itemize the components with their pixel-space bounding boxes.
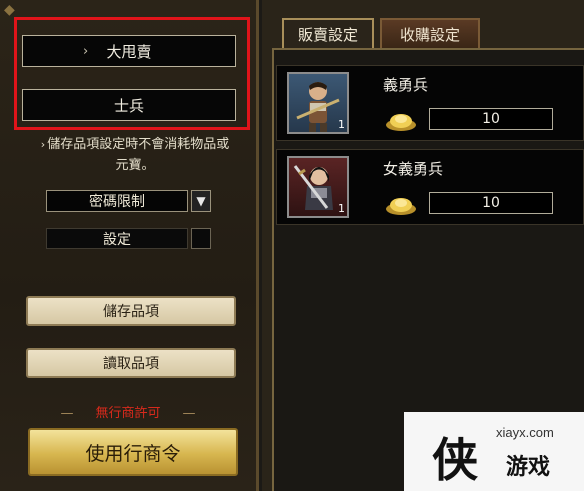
unit-name: 女義勇兵 — [383, 160, 444, 178]
load-items-label: 讀取品項 — [103, 356, 159, 372]
use-merchant-token-label: 使用行商令 — [85, 442, 181, 465]
divider: — — [60, 406, 74, 421]
mode-button-soldier[interactable]: 士兵 — [22, 89, 236, 121]
coin-ingot-icon — [386, 114, 416, 131]
save-hint: › 儲存品項設定時不會消耗物品或元寶。 — [40, 134, 230, 176]
unit-count: 1 — [338, 118, 345, 131]
unit-name: 義勇兵 — [383, 76, 429, 94]
female-militia-portrait: 1 — [287, 156, 349, 218]
tab-label: 販賣設定 — [297, 25, 358, 44]
tab-sell-settings[interactable]: 販賣設定 — [282, 18, 374, 48]
hint-text: 儲存品項設定時不會消耗物品或元寶。 — [47, 137, 230, 173]
watermark-brand: 游戏 — [506, 455, 551, 480]
chevron-right-icon: › — [83, 43, 89, 59]
militia-portrait: 1 — [287, 72, 349, 134]
divider: — — [182, 406, 196, 421]
load-items-button[interactable]: 讀取品項 — [26, 348, 236, 378]
price-value: 10 — [482, 111, 500, 127]
price-input[interactable]: 10 — [429, 192, 553, 214]
mode-button-label: 士兵 — [113, 96, 144, 115]
password-restriction-select[interactable]: 密碼限制 — [46, 190, 188, 212]
mode-button-clearance-sale[interactable]: › 大甩賣 — [22, 35, 236, 67]
watermark — [404, 412, 584, 491]
list-item[interactable]: 1 義勇兵 10 — [276, 65, 584, 141]
dropdown-arrow-icon[interactable]: ▼ — [191, 190, 211, 212]
use-merchant-token-button[interactable]: 使用行商令 — [28, 428, 238, 476]
setting-label: 設定 — [103, 231, 131, 248]
mode-button-label: 大甩賣 — [106, 42, 152, 61]
list-item[interactable]: 1 女義勇兵 10 — [276, 149, 584, 225]
watermark-logo-glyph: 侠 — [432, 433, 478, 487]
no-permit-notice: — 無行商許可 — — [0, 402, 256, 421]
setting-checkbox[interactable] — [191, 228, 211, 249]
setting-button[interactable]: 設定 — [46, 228, 188, 249]
tab-buy-settings[interactable]: 收購設定 — [380, 18, 480, 48]
no-permit-label: 無行商許可 — [95, 406, 161, 421]
left-panel: ◆ › 大甩賣 士兵 › 儲存品項設定時不會消耗物品或元寶。 密碼限制 ▼ 設定 … — [0, 0, 259, 491]
watermark-site: xiayx.com — [496, 425, 554, 440]
hint-arrow-icon: › — [40, 138, 46, 151]
tab-label: 收購設定 — [399, 25, 460, 44]
price-value: 10 — [482, 195, 500, 211]
price-input[interactable]: 10 — [429, 108, 553, 130]
password-restriction-value: 密碼限制 — [89, 194, 145, 210]
save-items-button[interactable]: 儲存品項 — [26, 296, 236, 326]
unit-count: 1 — [338, 202, 345, 215]
frame-corner-ornament: ◆ — [4, 2, 15, 18]
coin-ingot-icon — [386, 198, 416, 215]
save-items-label: 儲存品項 — [103, 304, 159, 320]
